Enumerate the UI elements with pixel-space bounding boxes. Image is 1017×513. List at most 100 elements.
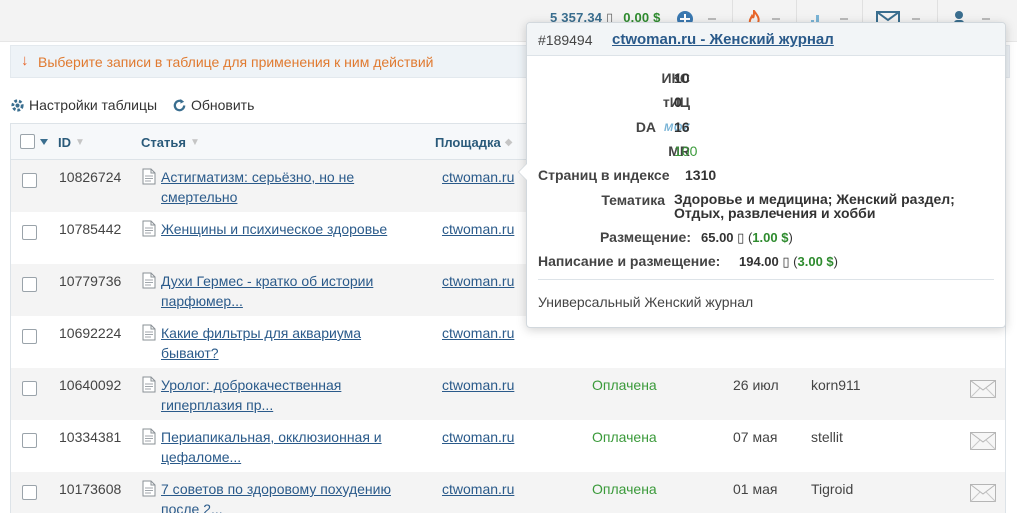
table-row[interactable]: 10173608 7 советов по здоровому похудению…: [11, 472, 1005, 513]
status-badge: Оплачена: [592, 429, 657, 445]
site-link[interactable]: ctwoman.ru: [442, 273, 514, 289]
refresh-button[interactable]: Обновить: [172, 97, 254, 113]
filter-icon[interactable]: ▼: [75, 137, 85, 148]
site-link[interactable]: ctwoman.ru: [442, 169, 514, 185]
row-checkbox[interactable]: [22, 225, 37, 240]
table-row[interactable]: 10334381 Периапикальная, окклюзионная и ц…: [11, 420, 1005, 472]
site-description: Универсальный Женский журнал: [538, 294, 754, 310]
document-icon: [142, 324, 156, 341]
topic-label: Тематика: [601, 192, 665, 208]
article-title: Женщины и психическое здоровье: [161, 221, 388, 237]
chevron-down-icon[interactable]: [982, 18, 990, 20]
chevron-down-icon[interactable]: [40, 139, 48, 145]
row-id: 10173608: [59, 481, 122, 497]
article-title-link[interactable]: Духи Гермес - кратко об истории парфюмер…: [161, 271, 411, 311]
document-icon: [142, 428, 156, 445]
mr-value: 100: [674, 143, 698, 159]
arrow-down-icon: ↓: [21, 52, 29, 69]
row-id: 10692224: [59, 325, 122, 341]
site-link[interactable]: ctwoman.ru: [442, 221, 514, 237]
filter-icon[interactable]: ▼: [190, 137, 200, 148]
status-badge: Оплачена: [592, 377, 657, 393]
row-date: 07 мая: [733, 429, 778, 445]
divider: [538, 279, 994, 280]
column-site-label: Площадка: [435, 135, 501, 150]
site-link[interactable]: ctwoman.ru: [442, 325, 514, 341]
status-badge: Оплачена: [592, 481, 657, 497]
article-title-link[interactable]: Какие фильтры для аквариума бывают?: [161, 323, 411, 363]
placement-price: 65.00 ▯ (1.00 $): [701, 230, 793, 245]
writing-usd: 3.00 $: [797, 254, 834, 269]
row-user: Tigroid: [811, 481, 854, 497]
refresh-label: Обновить: [191, 97, 255, 113]
ruble-icon: ▯: [737, 230, 745, 245]
writing-label: Написание и размещение:: [538, 253, 721, 269]
site-title-link[interactable]: ctwoman.ru - Женский журнал: [612, 31, 834, 48]
row-id: 10826724: [59, 169, 122, 185]
row-checkbox[interactable]: [22, 433, 37, 448]
document-icon: [142, 168, 156, 185]
column-article[interactable]: Статья ▼: [141, 135, 200, 150]
topic-value: Здоровье и медицина; Женский раздел; Отд…: [674, 191, 955, 221]
article-title-link[interactable]: Уролог: доброкачественная гиперплазия пр…: [161, 375, 411, 415]
article-title-link[interactable]: 7 советов по здоровому похудению после 2…: [161, 479, 411, 513]
pages-label: Страниц в индексе: [538, 167, 670, 183]
article-title: Какие фильтры для аквариума бывают?: [161, 325, 362, 361]
placement-rub: 65.00: [701, 230, 734, 245]
select-all-checkbox[interactable]: [20, 134, 35, 149]
site-link[interactable]: ctwoman.ru: [442, 377, 514, 393]
placement-label: Размещение:: [600, 229, 691, 245]
refresh-icon: [173, 98, 186, 111]
chevron-down-icon[interactable]: [772, 18, 780, 20]
table-row[interactable]: 10640092 Уролог: доброкачественная гиперп…: [11, 368, 1005, 420]
sort-icon[interactable]: ◆: [505, 137, 513, 148]
document-icon: [142, 272, 156, 289]
article-title-link[interactable]: Женщины и психическое здоровье: [161, 219, 411, 239]
gear-icon: [11, 98, 24, 112]
chevron-down-icon[interactable]: [912, 18, 920, 20]
document-icon: [142, 480, 156, 497]
row-id: 10785442: [59, 221, 122, 237]
chevron-down-icon[interactable]: [708, 18, 716, 20]
document-icon: [142, 376, 156, 393]
ruble-icon: ▯: [782, 254, 790, 269]
writing-rub: 194.00: [739, 254, 779, 269]
article-title-link[interactable]: Периапикальная, окклюзионная и цефаломе.…: [161, 427, 411, 467]
writing-price: 194.00 ▯ (3.00 $): [739, 254, 839, 269]
article-title: Духи Гермес - кратко об истории парфюмер…: [161, 273, 374, 309]
article-title: Астигматизм: серьёзно, но не смертельно: [161, 169, 355, 205]
popover-header: #189494 ctwoman.ru - Женский журнал: [527, 23, 1005, 56]
column-id[interactable]: ID ▼: [58, 135, 85, 150]
row-id: 10779736: [59, 273, 122, 289]
site-link[interactable]: ctwoman.ru: [442, 481, 514, 497]
table-settings-button[interactable]: Настройки таблицы: [10, 97, 157, 113]
iks-value: 10: [674, 70, 690, 86]
chevron-down-icon[interactable]: [840, 18, 848, 20]
row-checkbox[interactable]: [22, 485, 37, 500]
site-link[interactable]: ctwoman.ru: [442, 429, 514, 445]
popover-arrow: [518, 163, 527, 181]
row-checkbox[interactable]: [22, 381, 37, 396]
row-date: 26 июл: [733, 377, 779, 393]
column-site[interactable]: Площадка ◆: [435, 135, 512, 150]
article-title: 7 советов по здоровому похудению после 2…: [161, 481, 391, 513]
table-settings-label: Настройки таблицы: [29, 97, 158, 113]
row-checkbox[interactable]: [22, 173, 37, 188]
da-value: 16: [674, 119, 690, 135]
mail-icon[interactable]: [970, 484, 996, 502]
pages-value: 1310: [685, 167, 717, 183]
row-id: 10334381: [59, 429, 122, 445]
article-title-link[interactable]: Астигматизм: серьёзно, но не смертельно: [161, 167, 411, 207]
row-user: korn911: [811, 377, 861, 393]
document-icon: [142, 220, 156, 237]
site-info-popover: #189494 ctwoman.ru - Женский журнал ИКС …: [518, 22, 1006, 328]
row-id: 10640092: [59, 377, 122, 393]
row-checkbox[interactable]: [22, 329, 37, 344]
da-label: DA: [635, 119, 657, 135]
row-user: stellit: [811, 429, 843, 445]
mail-icon[interactable]: [970, 432, 996, 450]
mail-icon[interactable]: [970, 380, 996, 398]
notice-text: Выберите записи в таблице для применения…: [38, 54, 434, 70]
row-checkbox[interactable]: [22, 277, 37, 292]
tic-value: 0: [674, 94, 682, 110]
